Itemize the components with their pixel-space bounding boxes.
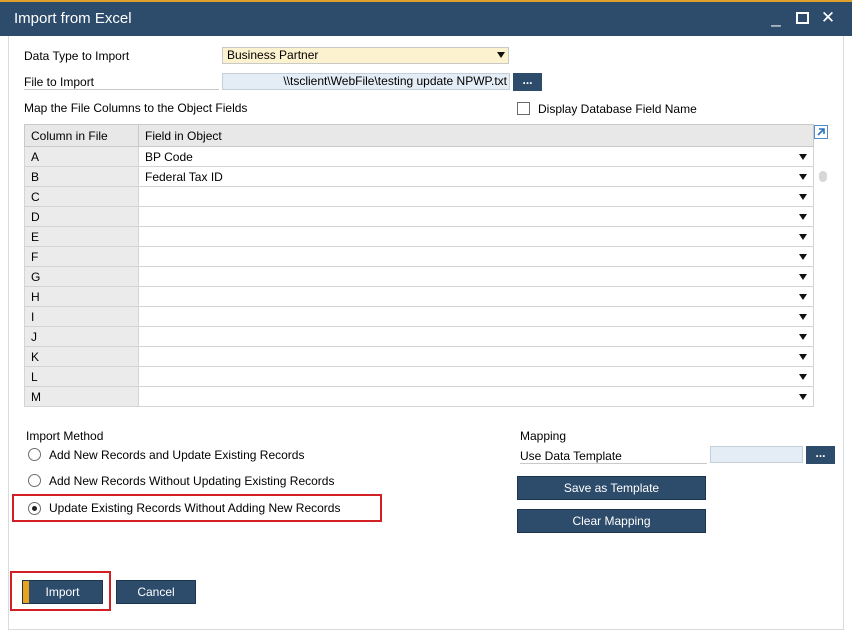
chevron-down-icon: [799, 174, 807, 180]
field-in-object-dropdown[interactable]: [138, 386, 814, 407]
radio-add-and-update-label[interactable]: Add New Records and Update Existing Reco…: [49, 448, 304, 462]
scrollbar-thumb[interactable]: [819, 171, 827, 182]
table-row: L: [24, 366, 814, 387]
column-header-column-in-file: Column in File: [24, 124, 139, 147]
browse-file-button[interactable]: ...: [513, 73, 542, 91]
column-in-file-cell: I: [24, 306, 139, 327]
chevron-down-icon: [799, 274, 807, 280]
data-type-value: Business Partner: [227, 48, 319, 62]
annotation-highlight-option: [12, 494, 382, 522]
field-in-object-dropdown[interactable]: [138, 286, 814, 307]
field-in-object-dropdown[interactable]: [138, 186, 814, 207]
chevron-down-icon: [799, 314, 807, 320]
column-in-file-cell: J: [24, 326, 139, 347]
column-header-field-in-object: Field in Object: [138, 124, 814, 147]
chevron-down-icon: [799, 354, 807, 360]
table-row: E: [24, 226, 814, 247]
mapping-label: Mapping: [520, 429, 567, 443]
dialog-bottom-border: [8, 629, 844, 630]
table-row: M: [24, 386, 814, 407]
chevron-down-icon: [799, 234, 807, 240]
column-in-file-cell: M: [24, 386, 139, 407]
chevron-down-icon: [799, 254, 807, 260]
chevron-down-icon: [799, 194, 807, 200]
field-in-object-value: Federal Tax ID: [145, 169, 223, 184]
field-in-object-dropdown[interactable]: [138, 366, 814, 387]
cancel-button[interactable]: Cancel: [116, 580, 196, 604]
table-row: D: [24, 206, 814, 227]
radio-add-without-update-label[interactable]: Add New Records Without Updating Existin…: [49, 474, 334, 488]
column-in-file-cell: F: [24, 246, 139, 267]
close-icon[interactable]: ✕: [818, 7, 838, 29]
table-row: I: [24, 306, 814, 327]
column-in-file-cell: K: [24, 346, 139, 367]
column-in-file-cell: E: [24, 226, 139, 247]
use-data-template-label: Use Data Template: [520, 449, 707, 464]
import-method-label: Import Method: [26, 429, 104, 443]
expand-table-icon[interactable]: [814, 125, 828, 139]
field-in-object-dropdown[interactable]: [138, 226, 814, 247]
column-mapping-table: Column in File Field in Object A BP Code B…: [24, 124, 814, 407]
field-in-object-dropdown[interactable]: Federal Tax ID: [138, 166, 814, 187]
map-columns-label: Map the File Columns to the Object Field…: [24, 101, 248, 115]
column-in-file-cell: H: [24, 286, 139, 307]
radio-add-and-update[interactable]: [28, 448, 41, 461]
chevron-down-icon: [799, 394, 807, 400]
column-in-file-cell: D: [24, 206, 139, 227]
chevron-down-icon: [497, 52, 505, 58]
column-in-file-cell: L: [24, 366, 139, 387]
table-row: J: [24, 326, 814, 347]
minimize-icon[interactable]: _: [766, 7, 786, 29]
chevron-down-icon: [799, 214, 807, 220]
clear-mapping-button[interactable]: Clear Mapping: [517, 509, 706, 533]
chevron-down-icon: [799, 154, 807, 160]
column-in-file-cell: A: [24, 146, 139, 167]
chevron-down-icon: [799, 374, 807, 380]
file-to-import-label: File to Import: [24, 75, 219, 90]
field-in-object-dropdown[interactable]: [138, 246, 814, 267]
display-db-field-label: Display Database Field Name: [538, 102, 697, 116]
field-in-object-dropdown[interactable]: [138, 326, 814, 347]
data-type-label: Data Type to Import: [24, 49, 130, 63]
column-in-file-cell: G: [24, 266, 139, 287]
column-in-file-cell: B: [24, 166, 139, 187]
table-row: B Federal Tax ID: [24, 166, 814, 187]
data-type-dropdown[interactable]: Business Partner: [222, 47, 509, 64]
chevron-down-icon: [799, 334, 807, 340]
data-template-field[interactable]: [710, 446, 803, 463]
maximize-icon[interactable]: [792, 7, 812, 29]
title-bar: Import from Excel _ ✕: [0, 0, 852, 36]
field-in-object-dropdown[interactable]: [138, 266, 814, 287]
table-row: F: [24, 246, 814, 267]
table-row: H: [24, 286, 814, 307]
chevron-down-icon: [799, 294, 807, 300]
field-in-object-value: BP Code: [145, 149, 193, 164]
browse-template-button[interactable]: ...: [806, 446, 835, 464]
window-title: Import from Excel: [14, 10, 132, 27]
table-row: G: [24, 266, 814, 287]
column-in-file-cell: C: [24, 186, 139, 207]
field-in-object-dropdown[interactable]: [138, 206, 814, 227]
field-in-object-dropdown[interactable]: [138, 346, 814, 367]
field-in-object-dropdown[interactable]: BP Code: [138, 146, 814, 167]
display-db-field-checkbox[interactable]: [517, 102, 530, 115]
table-header-row: Column in File Field in Object: [24, 124, 814, 147]
annotation-highlight-import: [10, 571, 111, 611]
table-row: A BP Code: [24, 146, 814, 167]
field-in-object-dropdown[interactable]: [138, 306, 814, 327]
table-row: K: [24, 346, 814, 367]
table-row: C: [24, 186, 814, 207]
radio-add-without-update[interactable]: [28, 474, 41, 487]
save-as-template-button[interactable]: Save as Template: [517, 476, 706, 500]
file-path-field[interactable]: \\tsclient\WebFile\testing update NPWP.t…: [222, 73, 510, 90]
